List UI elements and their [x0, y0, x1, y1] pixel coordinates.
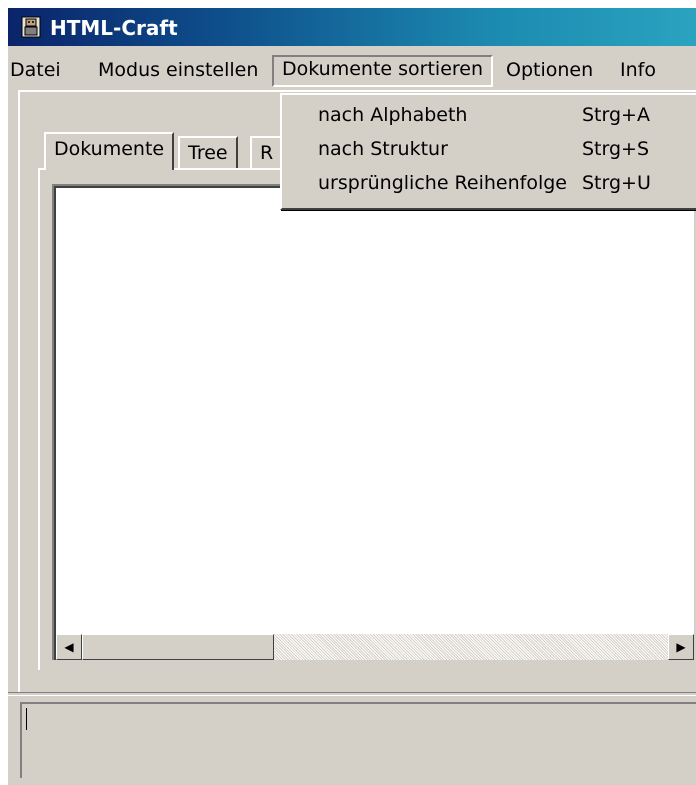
divider	[8, 692, 696, 696]
window-title: HTML-Craft	[50, 16, 178, 40]
app-icon	[21, 16, 41, 38]
sort-dropdown-menu: nach Alphabeth Strg+A nach Struktur Strg…	[280, 93, 696, 210]
tab-dokumente[interactable]: Dokumente	[44, 132, 175, 170]
menu-item-urspruengliche-reihenfolge[interactable]: ursprüngliche Reihenfolge Strg+U	[282, 167, 696, 199]
app-window: HTML-Craft Datei Modus einstellen Dokume…	[8, 8, 696, 785]
arrow-right-icon: ▶	[676, 640, 686, 654]
menu-item-label: nach Struktur	[318, 138, 448, 160]
arrow-left-icon: ◀	[64, 640, 74, 654]
menu-modus-einstellen[interactable]: Modus einstellen	[98, 57, 258, 85]
menu-dokumente-sortieren[interactable]: Dokumente sortieren	[272, 55, 494, 87]
menu-item-nach-struktur[interactable]: nach Struktur Strg+S	[282, 133, 696, 165]
scroll-thumb[interactable]	[82, 634, 274, 660]
menu-item-label: ursprüngliche Reihenfolge	[318, 172, 567, 194]
scroll-left-button[interactable]: ◀	[56, 634, 82, 660]
menu-item-nach-alphabeth[interactable]: nach Alphabeth Strg+A	[282, 99, 696, 131]
tab-tree[interactable]: Tree	[178, 136, 238, 170]
text-caret	[26, 708, 27, 730]
scroll-right-button[interactable]: ▶	[668, 634, 694, 660]
menu-item-shortcut: Strg+A	[582, 104, 650, 126]
status-text-area[interactable]	[20, 702, 696, 778]
menu-bar: Datei Modus einstellen Dokumente sortier…	[8, 48, 696, 88]
document-list[interactable]: ◀ ▶	[52, 184, 694, 660]
tab-panel: ◀ ▶	[38, 168, 696, 670]
horizontal-scrollbar[interactable]: ◀ ▶	[56, 634, 694, 660]
menu-item-shortcut: Strg+U	[582, 172, 651, 194]
tab-r[interactable]: R	[250, 136, 284, 170]
menu-optionen[interactable]: Optionen	[506, 57, 593, 85]
menu-item-label: nach Alphabeth	[318, 104, 468, 126]
menu-datei[interactable]: Datei	[10, 57, 61, 85]
menu-item-shortcut: Strg+S	[582, 138, 650, 160]
title-bar[interactable]: HTML-Craft	[8, 8, 696, 46]
menu-info[interactable]: Info	[620, 57, 656, 85]
